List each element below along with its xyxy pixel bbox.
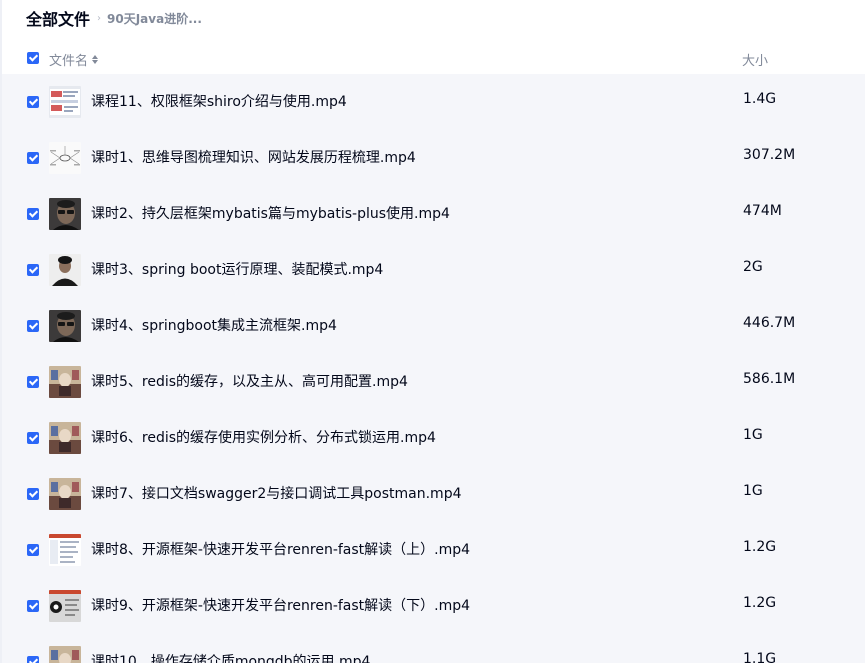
file-size: 474M xyxy=(743,203,782,219)
file-checkbox[interactable] xyxy=(27,264,39,276)
column-header-name-label: 文件名 xyxy=(49,54,89,69)
file-checkbox[interactable] xyxy=(27,152,39,164)
file-size: 1.1G xyxy=(743,651,777,663)
file-size: 1G xyxy=(743,427,763,443)
file-name[interactable]: 课时1、思维导图梳理知识、网站发展历程梳理.mp4 xyxy=(91,147,416,167)
file-row[interactable]: 课时6、redis的缓存使用实例分析、分布式锁运用.mp4 1G xyxy=(2,410,865,466)
file-row[interactable]: 课时8、开源框架-快速开发平台renren-fast解读（上）.mp4 1.2G xyxy=(2,522,865,578)
file-name[interactable]: 课时7、接口文档swagger2与接口调试工具postman.mp4 xyxy=(91,483,462,503)
video-thumbnail xyxy=(49,86,81,118)
file-row[interactable]: 课时5、redis的缓存，以及主从、高可用配置.mp4 586.1M xyxy=(2,354,865,410)
column-header-size: 大小 xyxy=(742,54,769,69)
file-size: 1G xyxy=(743,483,763,499)
file-checkbox[interactable] xyxy=(27,544,39,556)
list-header: 文件名 大小 xyxy=(0,44,865,72)
file-row[interactable]: 课时10、操作存储介质mongdb的运用.mp4 1.1G xyxy=(2,634,865,663)
video-thumbnail xyxy=(49,366,81,398)
video-thumbnail xyxy=(49,310,81,342)
file-size: 586.1M xyxy=(743,371,796,387)
file-checkbox[interactable] xyxy=(27,656,39,663)
file-size: 2G xyxy=(743,259,763,275)
file-name[interactable]: 课时8、开源框架-快速开发平台renren-fast解读（上）.mp4 xyxy=(91,539,470,559)
video-thumbnail xyxy=(49,534,81,566)
file-name[interactable]: 课时4、springboot集成主流框架.mp4 xyxy=(91,315,337,335)
file-checkbox[interactable] xyxy=(27,432,39,444)
file-name[interactable]: 课时6、redis的缓存使用实例分析、分布式锁运用.mp4 xyxy=(91,427,436,447)
file-row[interactable]: 课时4、springboot集成主流框架.mp4 446.7M xyxy=(2,298,865,354)
sort-icon[interactable] xyxy=(92,55,99,64)
file-list: 课程11、权限框架shiro介绍与使用.mp4 1.4G 课时1、思维导图梳理知识、… xyxy=(2,74,865,663)
breadcrumb-separator-icon: › xyxy=(97,12,102,24)
file-checkbox[interactable] xyxy=(27,600,39,612)
file-size: 1.2G xyxy=(743,539,777,555)
video-thumbnail xyxy=(49,254,81,286)
video-thumbnail xyxy=(49,646,81,663)
file-row[interactable]: 课时3、spring boot运行原理、装配模式.mp4 2G xyxy=(2,242,865,298)
video-thumbnail xyxy=(49,478,81,510)
video-thumbnail xyxy=(49,422,81,454)
file-name[interactable]: 课时5、redis的缓存，以及主从、高可用配置.mp4 xyxy=(91,371,408,391)
file-checkbox[interactable] xyxy=(27,488,39,500)
file-name[interactable]: 课时10、操作存储介质mongdb的运用.mp4 xyxy=(91,651,370,663)
file-row[interactable]: 课时9、开源框架-快速开发平台renren-fast解读（下）.mp4 1.2G xyxy=(2,578,865,634)
file-row[interactable]: 课时2、持久层框架mybatis篇与mybatis-plus使用.mp4 474M xyxy=(2,186,865,242)
file-name[interactable]: 课时2、持久层框架mybatis篇与mybatis-plus使用.mp4 xyxy=(91,203,450,223)
file-checkbox[interactable] xyxy=(27,376,39,388)
video-thumbnail xyxy=(49,142,81,174)
file-checkbox[interactable] xyxy=(27,208,39,220)
file-size: 1.4G xyxy=(743,91,777,107)
file-size: 1.2G xyxy=(743,595,777,611)
file-name[interactable]: 课程11、权限框架shiro介绍与使用.mp4 xyxy=(91,91,347,111)
file-name[interactable]: 课时3、spring boot运行原理、装配模式.mp4 xyxy=(91,259,383,279)
file-row[interactable]: 课程11、权限框架shiro介绍与使用.mp4 1.4G xyxy=(2,74,865,130)
file-checkbox[interactable] xyxy=(27,96,39,108)
column-header-name[interactable]: 文件名 xyxy=(49,50,99,69)
file-row[interactable]: 课时7、接口文档swagger2与接口调试工具postman.mp4 1G xyxy=(2,466,865,522)
file-size: 307.2M xyxy=(743,147,796,163)
breadcrumb-root[interactable]: 全部文件 xyxy=(26,6,90,30)
select-all-checkbox[interactable] xyxy=(27,52,39,64)
video-thumbnail xyxy=(49,198,81,230)
file-row[interactable]: 课时1、思维导图梳理知识、网站发展历程梳理.mp4 307.2M xyxy=(2,130,865,186)
file-size: 446.7M xyxy=(743,315,796,331)
breadcrumb: 全部文件 › 90天Java进阶... xyxy=(26,6,202,30)
video-thumbnail xyxy=(49,590,81,622)
breadcrumb-current: 90天Java进阶... xyxy=(107,11,202,26)
file-checkbox[interactable] xyxy=(27,320,39,332)
file-name[interactable]: 课时9、开源框架-快速开发平台renren-fast解读（下）.mp4 xyxy=(91,595,470,615)
